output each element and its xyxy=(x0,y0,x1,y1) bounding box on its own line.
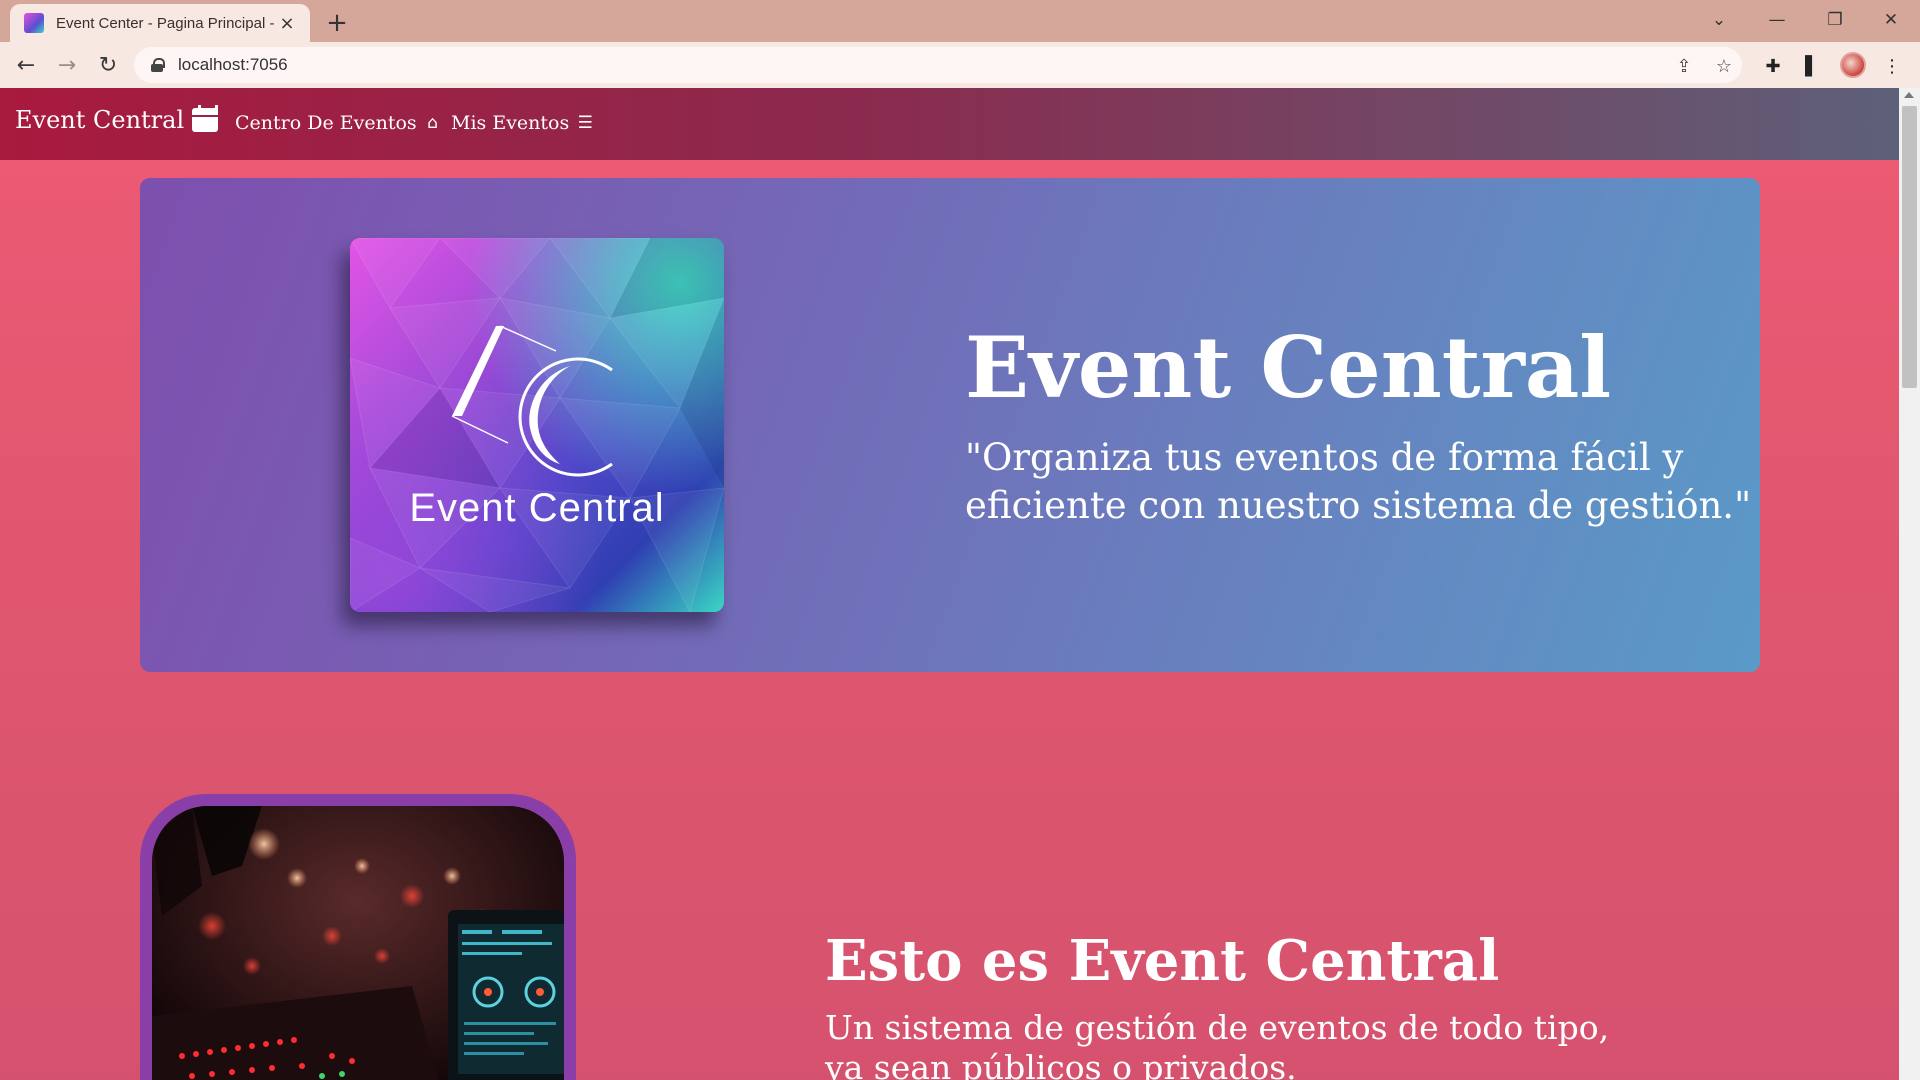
page-scrollbar[interactable] xyxy=(1899,88,1920,1080)
scrollbar-thumb[interactable] xyxy=(1902,106,1917,388)
close-window-button[interactable]: ✕ xyxy=(1862,0,1920,40)
share-icon[interactable]: ⇪ xyxy=(1672,54,1696,78)
bookmark-star-icon[interactable]: ☆ xyxy=(1712,54,1736,78)
restore-button[interactable]: ❐ xyxy=(1806,0,1864,40)
profile-avatar[interactable] xyxy=(1840,52,1866,78)
reload-icon[interactable]: ↻ xyxy=(92,49,124,81)
close-tab-icon[interactable]: × xyxy=(276,12,298,34)
nav-link-centro-de-eventos[interactable]: Centro De Eventos ⌂ xyxy=(235,112,443,134)
page-viewport: Event Central Centro De Eventos ⌂ Mis Ev… xyxy=(0,88,1899,1080)
event-photo xyxy=(152,806,564,1080)
section-subtitle: Un sistema de gestión de eventos de todo… xyxy=(825,1008,1610,1080)
favicon-icon xyxy=(24,13,44,33)
browser-toolbar: ← → ↻ localhost:7056 ⇪ ☆ ✚ ▌ ⋮ xyxy=(0,42,1920,88)
minimize-button[interactable]: — xyxy=(1748,0,1806,40)
url-text[interactable]: localhost:7056 xyxy=(178,55,288,75)
nav-link-label: Centro De Eventos xyxy=(235,112,417,134)
address-bar[interactable]: localhost:7056 ⇪ ☆ xyxy=(134,47,1742,83)
site-navbar: Event Central Centro De Eventos ⌂ Mis Ev… xyxy=(0,88,1899,160)
nav-link-label: Mis Eventos xyxy=(451,112,570,134)
event-photo-frame xyxy=(140,794,576,1080)
hero-subtitle: "Organiza tus eventos de forma fácil y e… xyxy=(965,436,1752,527)
logo-text: Event Central xyxy=(409,486,665,530)
dj-mixer-photo-image xyxy=(152,806,564,1080)
list-icon: ☰ xyxy=(577,113,593,133)
hero-title: Event Central xyxy=(965,318,1612,417)
hero-banner: Event Central Event Central "Organiza tu… xyxy=(140,178,1760,672)
extensions-puzzle-icon[interactable]: ✚ xyxy=(1761,54,1785,78)
tab-search-icon[interactable]: ⌄ xyxy=(1690,0,1748,40)
section-title: Esto es Event Central xyxy=(825,928,1500,994)
new-tab-button[interactable]: + xyxy=(322,8,352,38)
ec-monogram-icon xyxy=(451,325,613,477)
side-panel-icon[interactable]: ▌ xyxy=(1800,54,1824,78)
menu-kebab-icon[interactable]: ⋮ xyxy=(1880,54,1904,78)
nav-link-mis-eventos[interactable]: Mis Eventos ☰ xyxy=(451,112,595,134)
forward-arrow-icon[interactable]: → xyxy=(51,49,83,81)
brand-link[interactable]: Event Central xyxy=(15,105,219,134)
back-arrow-icon[interactable]: ← xyxy=(10,49,42,81)
tab-title: Event Center - Pagina Principal - Event … xyxy=(56,14,276,32)
scroll-up-arrow-icon[interactable] xyxy=(1904,92,1914,98)
lock-icon[interactable] xyxy=(150,58,165,72)
browser-tab[interactable]: Event Center - Pagina Principal - Event … xyxy=(10,4,310,42)
calendar-icon xyxy=(192,105,219,132)
brand-text: Event Central xyxy=(15,106,185,134)
house-icon: ⌂ xyxy=(427,113,439,133)
event-central-logo: Event Central xyxy=(350,238,724,612)
browser-tab-strip: Event Center - Pagina Principal - Event … xyxy=(0,0,1920,42)
